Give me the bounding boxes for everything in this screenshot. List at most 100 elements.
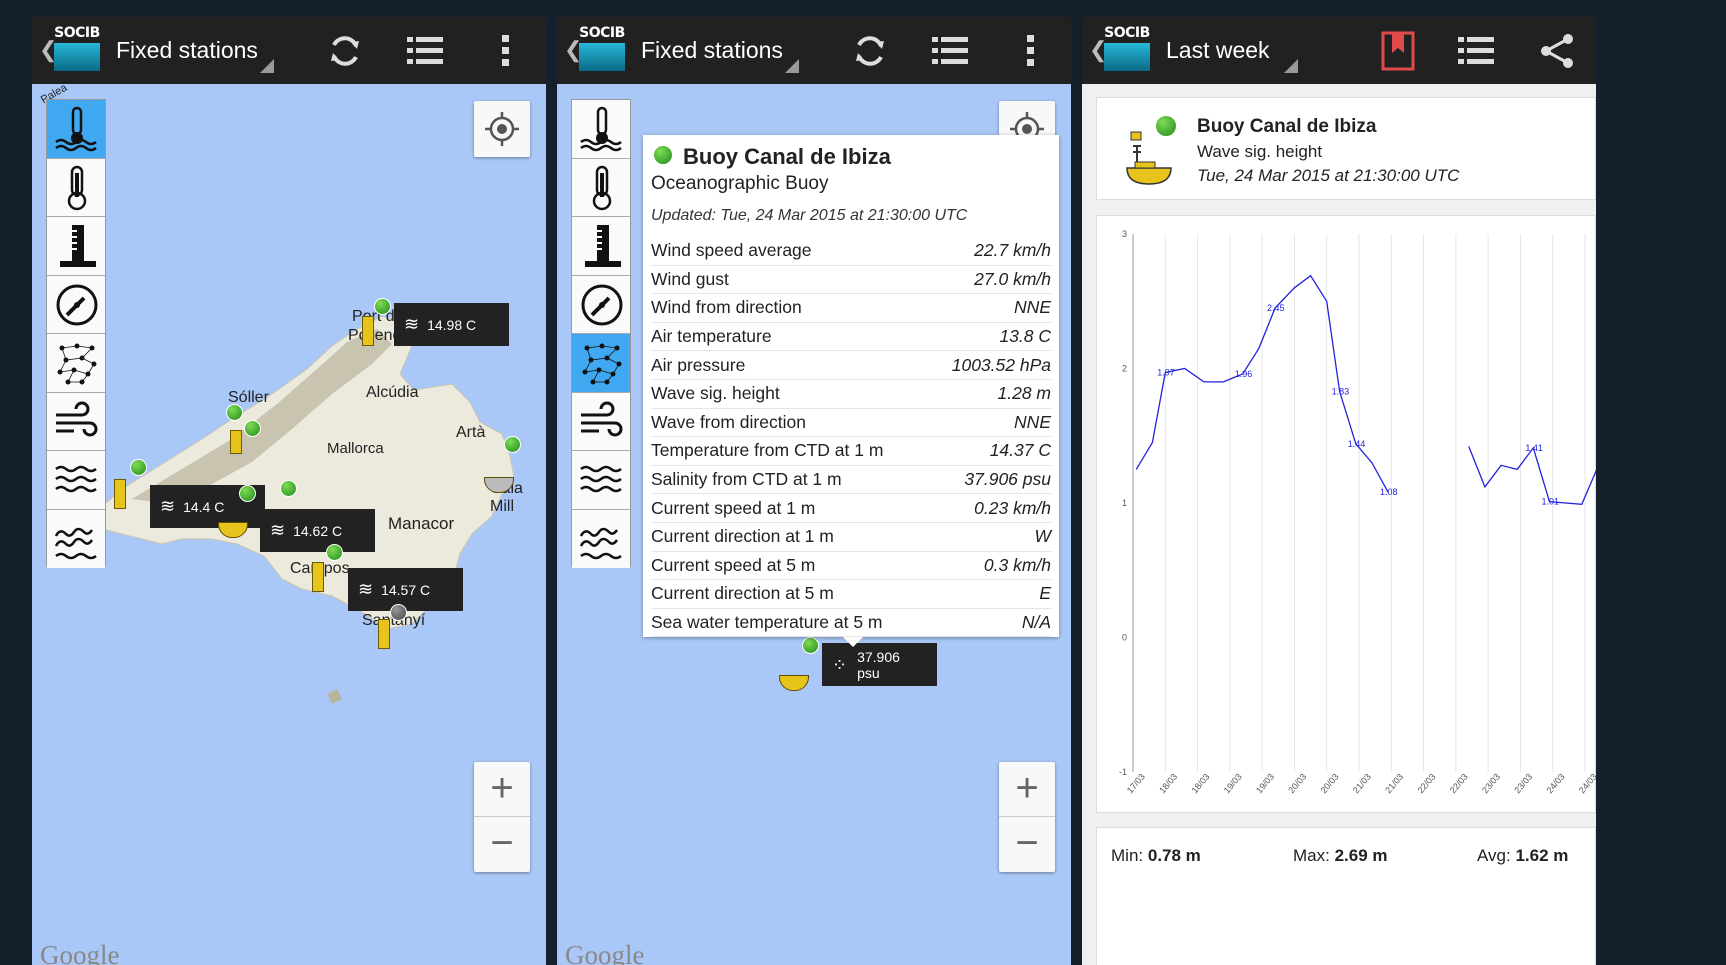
chart-panel: ❮ SOCIB Last week Buoy Canal de Ibiza Wa…	[1082, 17, 1596, 965]
zoom-out-button[interactable]: −	[474, 817, 530, 872]
socib-logo[interactable]: SOCIB	[52, 25, 102, 73]
x-tick-label: 19/03	[1254, 772, 1276, 796]
layer-sea-temperature[interactable]	[47, 100, 105, 159]
salinity-tag[interactable]: ⁘ 37.906 psu	[822, 643, 937, 686]
layer-salinity[interactable]	[572, 334, 630, 393]
layer-air-temperature[interactable]	[47, 158, 105, 217]
zoom-in-button[interactable]: +	[999, 762, 1055, 817]
tide-gauge-marker[interactable]	[312, 562, 324, 592]
waves-icon	[580, 465, 622, 493]
popup-row-value: N/A	[1021, 612, 1051, 633]
list-icon[interactable]	[405, 31, 445, 71]
temperature-tag[interactable]: ≋ 14.98 C	[394, 303, 509, 346]
popup-row-label: Wind gust	[651, 268, 729, 289]
met-station-marker[interactable]	[230, 430, 242, 454]
map-label-mallorca: Mallorca	[327, 440, 384, 457]
tide-gauge-marker[interactable]	[362, 316, 374, 346]
popup-row-label: Current direction at 5 m	[651, 583, 834, 604]
google-logo: Google	[40, 940, 120, 965]
tide-gauge-marker[interactable]	[378, 619, 390, 649]
action-bar: ❮ SOCIB Fixed stations	[32, 17, 546, 84]
detail-title: Buoy Canal de Ibiza	[1197, 116, 1377, 137]
salinity-unit: psu	[857, 664, 880, 681]
socib-logo[interactable]: SOCIB	[1102, 25, 1152, 73]
popup-row: Wind from direction NNE	[651, 294, 1051, 323]
stat-max: Max: 2.69 m	[1293, 846, 1388, 866]
station-header-card: Buoy Canal de Ibiza Wave sig. height Tue…	[1096, 97, 1596, 200]
socib-logo[interactable]: SOCIB	[577, 25, 627, 73]
station-status-dot	[504, 436, 521, 453]
thermometer-icon	[67, 165, 87, 210]
refresh-icon[interactable]	[325, 31, 365, 71]
y-tick-label: 1	[1122, 498, 1127, 508]
chart-svg: 17/03 18/03 18/03 19/03 19/03 20/03 20/03 21/03…	[1119, 229, 1596, 796]
spinner-corner-icon	[1284, 59, 1298, 73]
y-tick-label: 2	[1122, 364, 1127, 374]
station-status-dot	[244, 420, 261, 437]
stat-max-label: Max:	[1293, 846, 1330, 865]
data-label: 2.45	[1267, 303, 1285, 313]
x-tick-label: 19/03	[1222, 772, 1244, 796]
layer-selector	[571, 99, 631, 568]
refresh-icon[interactable]	[850, 31, 890, 71]
x-tick-label: 21/03	[1383, 772, 1405, 796]
y-tick-label: -1	[1119, 767, 1127, 777]
layer-air-pressure[interactable]	[572, 275, 630, 334]
layer-waves[interactable]	[572, 451, 630, 510]
temperature-tag[interactable]: ≋ 14.57 C	[348, 568, 463, 611]
layer-air-pressure[interactable]	[47, 275, 105, 334]
popup-row: Temperature from CTD at 1 m 14.37 C	[651, 437, 1051, 466]
layer-currents[interactable]	[572, 509, 630, 568]
stat-avg: Avg: 1.62 m	[1477, 846, 1568, 866]
popup-row-value: 22.7 km/h	[974, 240, 1051, 261]
zoom-out-button[interactable]: −	[999, 817, 1055, 872]
data-label: 1.41	[1525, 443, 1543, 453]
sea-temperature-icon	[580, 106, 622, 152]
popup-row-label: Salinity from CTD at 1 m	[651, 469, 842, 490]
action-bar: ❮ SOCIB Fixed stations	[557, 17, 1071, 84]
stats-card: Min: 0.78 m Max: 2.69 m Avg: 1.62 m	[1096, 827, 1596, 965]
station-info-popup[interactable]: Buoy Canal de Ibiza Oceanographic Buoy U…	[643, 135, 1059, 647]
layer-salinity[interactable]	[47, 334, 105, 393]
layer-waves[interactable]	[47, 451, 105, 510]
screen-title[interactable]: Fixed stations	[641, 37, 783, 64]
popup-row-label: Wind from direction	[651, 297, 802, 318]
screen-title[interactable]: Fixed stations	[116, 37, 258, 64]
map-view[interactable]: Palea Port de Pollença Sóller Alcúdia Ma…	[32, 82, 546, 965]
bookmark-icon[interactable]	[1378, 31, 1418, 71]
layer-sea-level[interactable]	[572, 217, 630, 276]
layer-sea-temperature[interactable]	[572, 100, 630, 159]
buoy-marker[interactable]	[779, 675, 809, 691]
list-icon[interactable]	[1456, 31, 1496, 71]
share-icon[interactable]	[1538, 31, 1578, 71]
popup-pointer	[843, 637, 863, 647]
currents-icon	[579, 527, 622, 559]
popup-row-value: E	[1039, 583, 1051, 604]
temperature-tag[interactable]: ≋ 14.62 C	[260, 509, 375, 552]
x-tick-label: 20/03	[1319, 772, 1341, 796]
popup-row: Wind gust 27.0 km/h	[651, 266, 1051, 295]
list-icon[interactable]	[930, 31, 970, 71]
spinner-corner-icon	[260, 59, 274, 73]
map-panel-1: ❮ SOCIB Fixed stations Palea Port de Pol…	[32, 17, 546, 965]
overflow-menu-icon[interactable]	[486, 31, 526, 71]
popup-row-value: 14.37 C	[989, 440, 1051, 461]
layer-sea-level[interactable]	[47, 217, 105, 276]
layer-wind[interactable]	[572, 392, 630, 451]
data-label: 1.01	[1541, 497, 1559, 507]
popup-row: Current direction at 1 m W	[651, 523, 1051, 552]
logo-text: SOCIB	[54, 25, 100, 41]
my-location-button[interactable]	[474, 101, 530, 157]
wave-height-chart[interactable]: 17/03 18/03 18/03 19/03 19/03 20/03 20/03 21/03…	[1096, 215, 1596, 813]
tide-gauge-marker[interactable]	[114, 479, 126, 509]
overflow-menu-icon[interactable]	[1011, 31, 1051, 71]
popup-row: Current direction at 5 m E	[651, 580, 1051, 609]
layer-air-temperature[interactable]	[572, 158, 630, 217]
screen-title[interactable]: Last week	[1166, 37, 1270, 64]
popup-row-label: Air pressure	[651, 354, 746, 375]
popup-row: Current speed at 1 m 0.23 km/h	[651, 494, 1051, 523]
zoom-in-button[interactable]: +	[474, 762, 530, 817]
wind-icon	[581, 401, 623, 436]
layer-wind[interactable]	[47, 392, 105, 451]
layer-currents[interactable]	[47, 509, 105, 568]
